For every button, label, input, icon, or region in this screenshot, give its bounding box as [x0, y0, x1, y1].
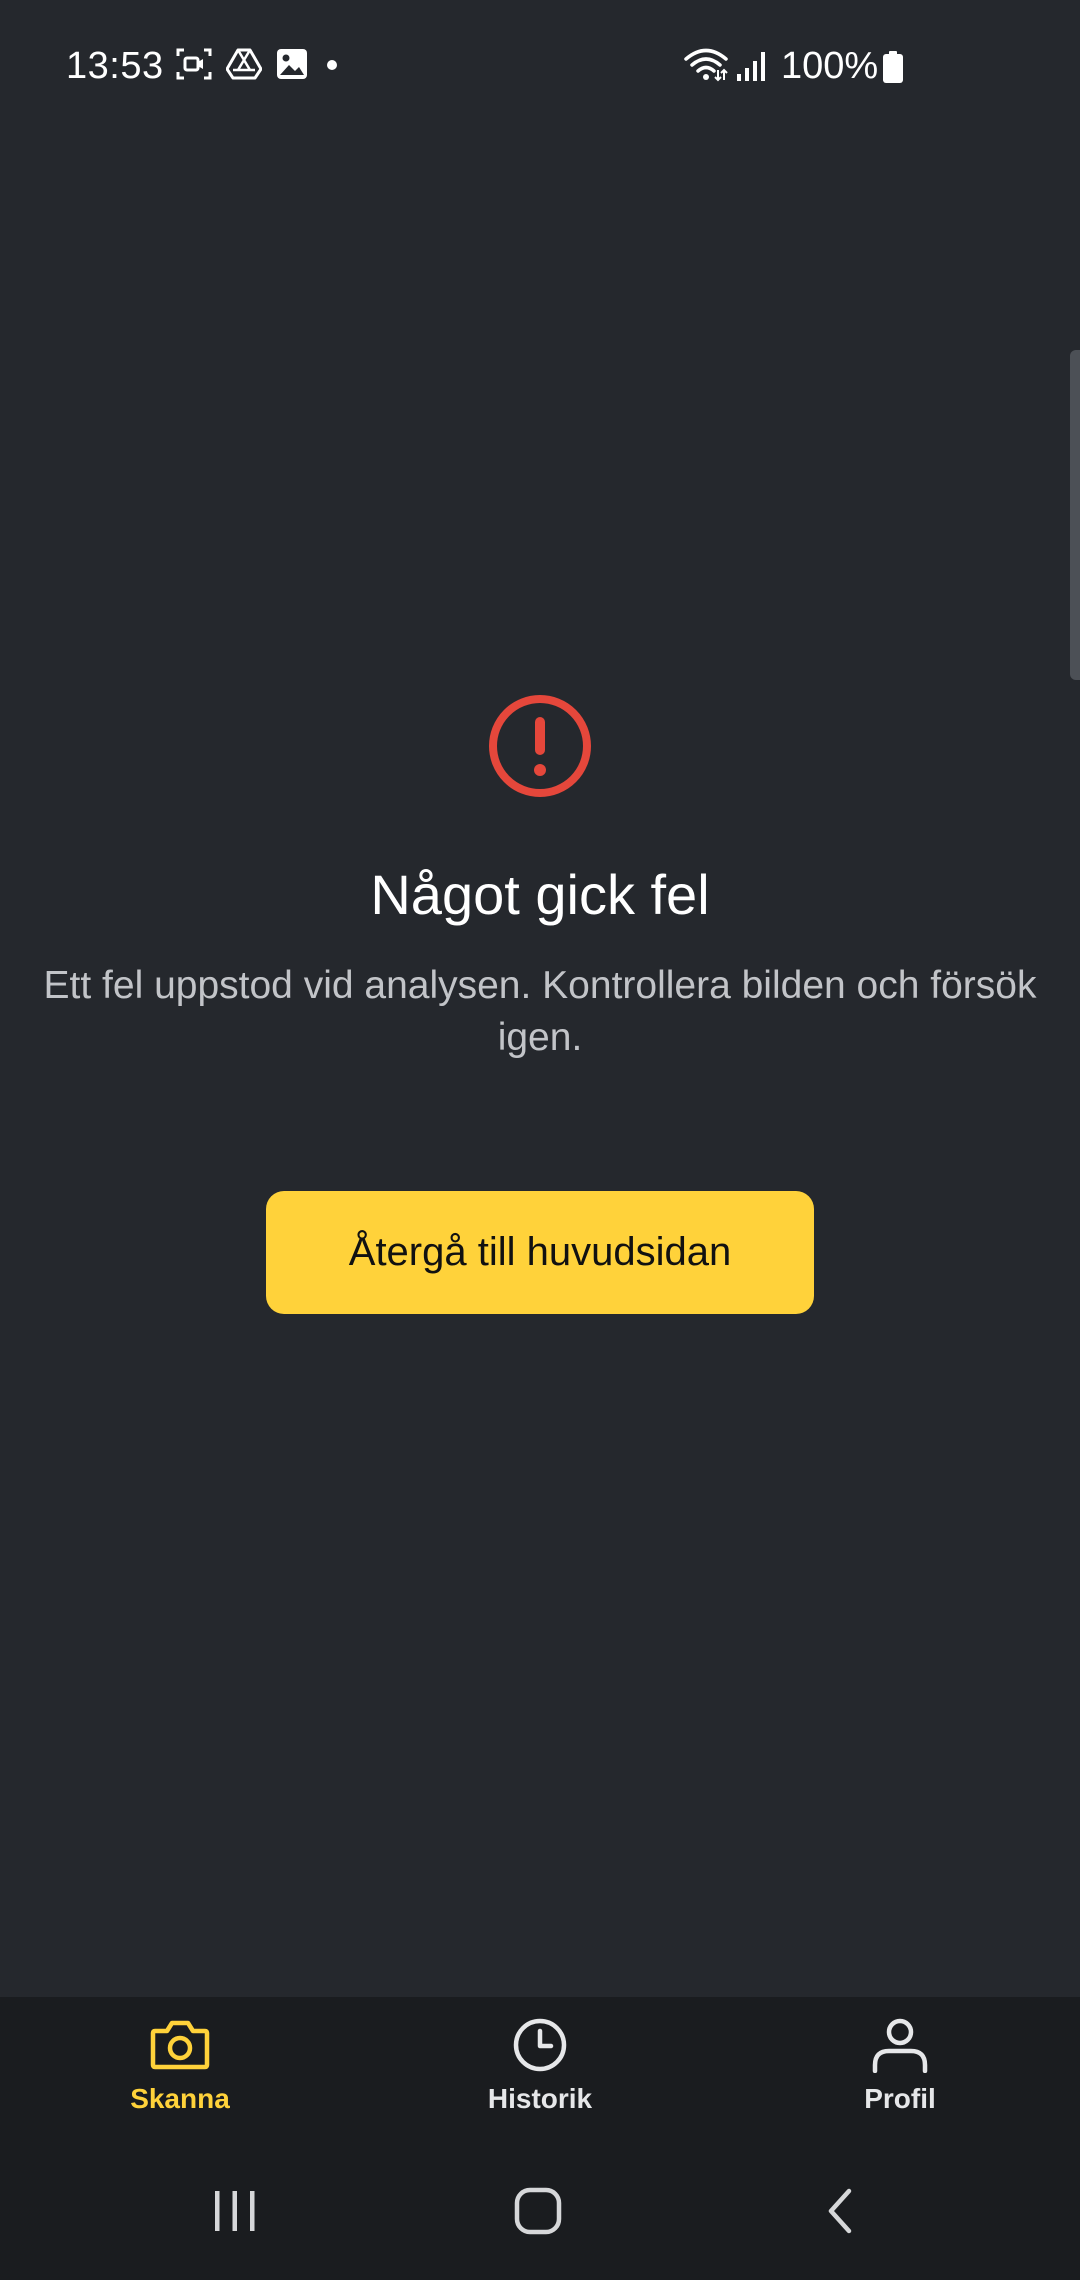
clock-icon — [509, 2017, 571, 2073]
back-icon — [823, 2187, 857, 2240]
back-button[interactable] — [760, 2147, 920, 2280]
return-home-button[interactable]: Återgå till huvudsidan — [266, 1191, 814, 1314]
drive-icon — [226, 48, 262, 80]
nav-item-profil[interactable]: Profil — [720, 1997, 1080, 2147]
gallery-icon — [276, 48, 308, 80]
battery-icon — [882, 51, 904, 88]
bottom-nav: Skanna Historik Profil — [0, 1997, 1080, 2147]
app-screen: 13:53 100% Något gick fel Ett fel uppsto… — [0, 0, 1080, 2280]
return-home-button-label: Återgå till huvudsidan — [348, 1230, 732, 1274]
status-icons-left — [176, 48, 342, 80]
wifi-icon — [684, 48, 728, 87]
nav-label-skanna: Skanna — [130, 2083, 230, 2114]
signal-icon — [736, 50, 768, 87]
nav-label-historik: Historik — [487, 2083, 593, 2114]
nav-item-skanna[interactable]: Skanna — [0, 1997, 360, 2147]
battery-percent: 100% — [781, 45, 879, 87]
camera-icon — [149, 2017, 211, 2073]
recent-apps-icon — [212, 2189, 258, 2238]
scroll-indicator[interactable] — [1070, 350, 1080, 680]
error-exclamation-icon — [487, 693, 593, 799]
person-icon — [869, 2017, 931, 2073]
nav-label-profil: Profil — [864, 2083, 936, 2114]
notification-dot-icon — [322, 48, 342, 80]
screen-record-icon — [176, 48, 212, 80]
home-button[interactable] — [458, 2147, 618, 2280]
nav-item-historik[interactable]: Historik — [360, 1997, 720, 2147]
error-title: Något gick fel — [370, 863, 710, 926]
system-nav-bar — [0, 2147, 1080, 2280]
status-time: 13:53 — [66, 45, 164, 87]
recent-apps-button[interactable] — [155, 2147, 315, 2280]
status-bar: 13:53 100% — [0, 0, 1080, 132]
home-icon — [514, 2187, 562, 2240]
error-message: Ett fel uppstod vid analysen. Kontroller… — [43, 964, 1037, 1059]
